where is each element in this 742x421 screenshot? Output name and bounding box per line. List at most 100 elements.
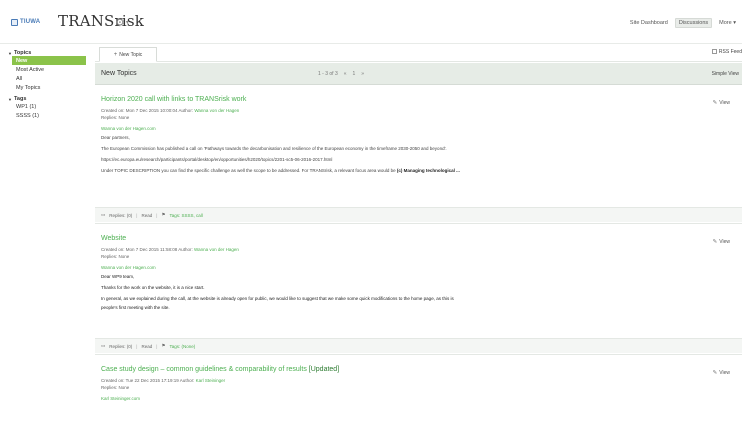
topic-updated-badge: [Updated] [308, 366, 340, 373]
view-topic-label: View [719, 370, 730, 376]
toolbar: + New Topic RSS Feed [95, 44, 742, 62]
page: TIUWA TRANSrisk ⚙ ▾ Site Dashboard Discu… [0, 0, 742, 421]
topic-created: Created on: Mon 7 Dec 2015 11:58:08 Auth… [101, 247, 193, 252]
collapse-triangle-icon: ▼ [8, 96, 12, 102]
topic-item: Website Created on: Mon 7 Dec 2015 11:58… [95, 225, 742, 355]
topic-body-line: Thanks for the work on the website, it i… [101, 285, 205, 290]
sidebar-topics-heading-label: Topics [13, 50, 32, 56]
separator: | [136, 212, 138, 218]
topic-title-text: Case study design – common guidelines & … [101, 366, 307, 373]
topic-replies-link[interactable]: Replies: (0) [109, 213, 132, 218]
new-topic-label: New Topic [119, 51, 143, 58]
rss-feed-link[interactable]: RSS Feed [711, 49, 742, 55]
pagination-prev[interactable]: « [344, 71, 347, 77]
pagination-summary: 1 - 3 of 3 [318, 71, 338, 77]
view-topic-label: View [719, 239, 730, 245]
comment-icon: ▭ [101, 343, 106, 348]
topic-footer: ▭ Replies: (0) | Read | ⚑ Tags: (None) [95, 338, 742, 353]
logo-icon [11, 18, 18, 26]
topic-title-link[interactable]: Website [101, 235, 126, 242]
sidebar-item-new[interactable]: New [12, 56, 86, 65]
topic-meta: Created on: Mon 7 Dec 2015 10:00:04 Auth… [101, 108, 239, 113]
topic-title-link[interactable]: Case study design – common guidelines & … [101, 366, 339, 373]
sidebar-tag-ssss[interactable]: SSSS (1) [8, 111, 86, 120]
topic-read-link[interactable]: Read [141, 344, 152, 349]
sidebar-item-most-active[interactable]: Most Active [8, 65, 86, 74]
nav-site-dashboard[interactable]: Site Dashboard [630, 20, 668, 26]
topic-replies-meta: Replies: None [101, 115, 130, 120]
topic-list-title: New Topics [101, 70, 137, 77]
tag-icon: ⚑ [161, 343, 166, 348]
view-topic-button[interactable]: ✎ View [713, 100, 730, 106]
speech-bubble-icon: ✎ [712, 370, 718, 376]
topic-replies-link[interactable]: Replies: (0) [109, 344, 132, 349]
topic-created: Created on: Mon 7 Dec 2015 10:00:04 Auth… [101, 108, 194, 113]
topic-body-line[interactable]: Wanna von der Hagen.com [101, 126, 156, 131]
topic-author-link[interactable]: Wanna von der Hagen [194, 108, 239, 113]
topic-created: Created on: Tue 22 Dec 2015 17:19:19 Aut… [101, 378, 195, 383]
tag-icon: ⚑ [161, 212, 166, 217]
topic-body-text: Under TOPIC DESCRIPTION you can find the… [101, 168, 396, 173]
view-topic-button[interactable]: ✎ View [713, 370, 730, 376]
topic-body-bold: (c) Managing technological ... [396, 168, 460, 173]
nav-discussions[interactable]: Discussions [674, 18, 713, 28]
topic-tags[interactable]: Tags: (None) [169, 344, 195, 349]
speech-bubble-icon: ✎ [712, 239, 718, 245]
pagination-page[interactable]: 1 [353, 71, 356, 77]
topic-body-line: people's first meeting with the site. [101, 305, 170, 310]
topic-item: Case study design – common guidelines & … [95, 356, 742, 421]
plus-icon: + [113, 51, 118, 58]
topic-item: Horizon 2020 call with links to TRANSris… [95, 86, 742, 224]
header-nav: Site Dashboard Discussions More ▾ [630, 18, 736, 28]
speech-bubble-icon: ✎ [712, 100, 718, 106]
topic-footer: ▭ Replies: (0) | Read | ⚑ Tags: SSSS, ca… [95, 207, 742, 222]
view-topic-label: View [719, 100, 730, 106]
site-header: TIUWA TRANSrisk ⚙ ▾ Site Dashboard Discu… [0, 0, 742, 44]
topic-body-line: The European Commission has published a … [101, 146, 447, 151]
view-mode-toggle[interactable]: Simple View [712, 71, 739, 77]
pagination-next[interactable]: » [361, 71, 364, 77]
separator: | [156, 343, 158, 349]
topic-tags[interactable]: Tags: SSSS, call [169, 213, 202, 218]
topic-body-line: Dear WP9 team, [101, 274, 135, 279]
nav-more[interactable]: More ▾ [719, 20, 736, 26]
topic-body-line[interactable]: Wanna von der Hagen.com [101, 265, 156, 270]
topic-read-link[interactable]: Read [141, 213, 152, 218]
logo-text: TIUWA [20, 19, 41, 25]
main-content: + New Topic RSS Feed New Topics 1 - 3 of… [95, 44, 742, 421]
separator: | [156, 212, 158, 218]
sidebar-item-my-topics[interactable]: My Topics [8, 83, 86, 92]
collapse-triangle-icon: ▼ [8, 50, 12, 56]
topic-title-link[interactable]: Horizon 2020 call with links to TRANSris… [101, 96, 246, 103]
topic-replies-meta: Replies: None [101, 385, 130, 390]
rss-icon [711, 49, 717, 54]
site-title: TRANSrisk [58, 12, 145, 30]
sidebar-item-all[interactable]: All [8, 74, 86, 83]
sidebar-tag-wp1[interactable]: WP1 (1) [8, 102, 86, 111]
topic-author-link[interactable]: Karl Steininger [196, 378, 226, 383]
topic-list-header: New Topics 1 - 3 of 3 « 1 » Simple View [95, 63, 742, 85]
separator: | [136, 343, 138, 349]
topic-meta: Created on: Mon 7 Dec 2015 11:58:08 Auth… [101, 247, 239, 252]
chevron-down-icon: ▾ [125, 20, 129, 26]
site-settings-menu[interactable]: ⚙ ▾ [115, 16, 129, 29]
site-logo[interactable]: TIUWA [11, 15, 41, 29]
nav-more-label: More [719, 20, 732, 26]
topic-author-link[interactable]: Wanna von der Hagen [194, 247, 239, 252]
topic-replies-meta: Replies: None [101, 254, 130, 259]
rss-feed-label: RSS Feed [718, 49, 742, 55]
chevron-down-icon: ▾ [733, 20, 736, 26]
topic-body-line[interactable]: https://ec.europa.eu/research/participan… [101, 157, 332, 162]
sidebar: ▼ Topics New Most Active All My Topics ▼… [8, 50, 86, 120]
gear-icon: ⚙ [115, 17, 125, 29]
sidebar-tags-heading-label: Tags [13, 96, 27, 102]
view-topic-button[interactable]: ✎ View [713, 239, 730, 245]
topic-body-line: In general, as we explained during the c… [101, 296, 454, 301]
topic-meta: Created on: Tue 22 Dec 2015 17:19:19 Aut… [101, 378, 225, 383]
new-topic-button[interactable]: + New Topic [99, 47, 157, 62]
topic-body-line: Dear partners, [101, 135, 130, 140]
topic-body-line[interactable]: Karl Steininger.com [101, 396, 140, 401]
topic-body-line: Under TOPIC DESCRIPTION you can find the… [101, 168, 460, 173]
comment-icon: ▭ [101, 212, 106, 217]
pagination: 1 - 3 of 3 « 1 » [318, 71, 364, 77]
